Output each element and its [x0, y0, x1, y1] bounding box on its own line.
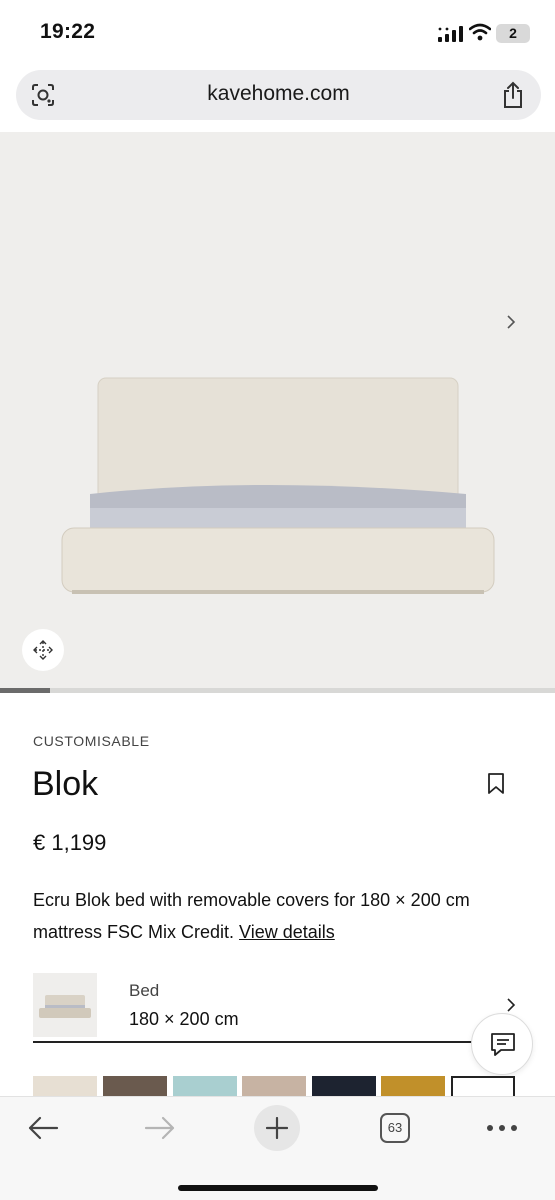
customisable-badge: CUSTOMISABLE	[33, 733, 150, 749]
tabs-button[interactable]: 63	[380, 1113, 410, 1143]
chat-button[interactable]	[471, 1013, 533, 1075]
plus-icon	[266, 1117, 288, 1139]
bookmark-icon[interactable]	[487, 773, 505, 795]
view-details-link[interactable]: View details	[239, 922, 335, 942]
swatch-more[interactable]	[451, 1076, 515, 1098]
swatch-mustard[interactable]	[381, 1076, 445, 1098]
gallery-progress	[0, 688, 555, 693]
bed-thumbnail-icon	[39, 995, 91, 1018]
arrow-right-icon[interactable]	[143, 1115, 177, 1141]
arrow-left-icon[interactable]	[26, 1115, 60, 1141]
swatch-navy[interactable]	[312, 1076, 376, 1098]
battery-level: 2	[509, 25, 517, 41]
config-label[interactable]: Bed	[129, 981, 159, 1001]
swatch-ecru[interactable]	[33, 1076, 97, 1098]
address-bar[interactable]: kavehome.com	[16, 70, 541, 120]
chevron-right-icon[interactable]	[503, 312, 519, 332]
swatch-brown[interactable]	[103, 1076, 167, 1098]
gallery-progress-fill	[0, 688, 50, 693]
product-description: Ecru Blok bed with removable covers for …	[33, 884, 533, 948]
home-indicator	[178, 1185, 378, 1191]
status-time: 19:22	[40, 20, 96, 43]
move-icon	[33, 640, 53, 660]
view-360-button[interactable]	[22, 629, 64, 671]
wifi-icon	[469, 23, 491, 41]
battery-icon: 2	[496, 24, 530, 43]
product-image	[61, 377, 495, 594]
product-title: Blok	[32, 765, 99, 803]
signal-icon	[438, 26, 463, 42]
swatch-light-blue[interactable]	[173, 1076, 237, 1098]
swatch-row	[33, 1076, 533, 1098]
config-divider	[33, 1041, 473, 1043]
share-icon[interactable]	[501, 81, 525, 109]
new-tab-button[interactable]	[254, 1105, 300, 1151]
config-thumbnail[interactable]	[33, 973, 97, 1037]
chat-icon	[491, 1033, 515, 1056]
config-value[interactable]: 180 × 200 cm	[129, 1009, 239, 1030]
url-text[interactable]: kavehome.com	[16, 82, 541, 106]
swatch-beige[interactable]	[242, 1076, 306, 1098]
ellipsis-icon[interactable]	[485, 1123, 519, 1133]
status-bar: 19:22 2	[0, 0, 555, 66]
product-price: € 1,199	[33, 830, 107, 855]
chevron-right-icon[interactable]	[505, 996, 517, 1014]
browser-toolbar: 63	[0, 1096, 555, 1200]
